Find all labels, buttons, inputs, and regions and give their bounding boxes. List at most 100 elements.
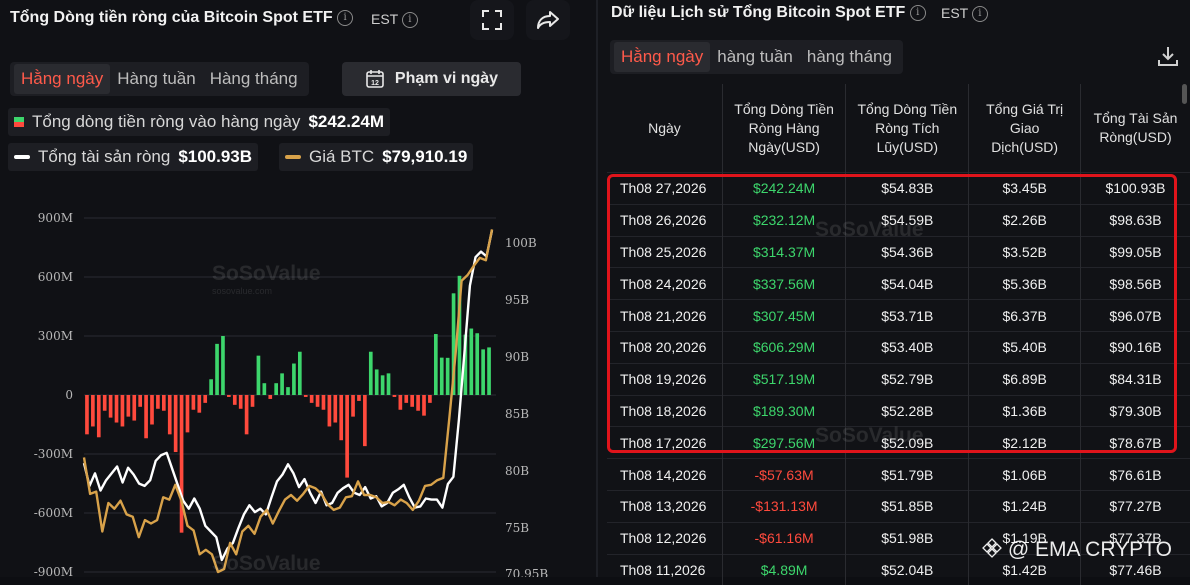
legend-btc-value: $79,910.19 bbox=[382, 147, 467, 167]
cell-value-traded: $6.89B bbox=[969, 363, 1081, 395]
flow-bar bbox=[180, 395, 184, 533]
col-header-cumulative-flow[interactable]: Tổng Dòng Tiền Ròng Tích Lũy(USD) bbox=[846, 84, 969, 173]
chart-watermark-2: SoSoValue bbox=[212, 552, 321, 576]
cell-date: Th08 25,2026 bbox=[607, 236, 722, 268]
flow-bar bbox=[304, 395, 308, 397]
flow-bar bbox=[144, 395, 148, 438]
tab-monthly[interactable]: Hàng tháng bbox=[203, 69, 305, 89]
cell-daily-flow: $189.30M bbox=[722, 395, 845, 427]
cell-net-assets: $79.30B bbox=[1080, 395, 1190, 427]
tab-daily[interactable]: Hằng ngày bbox=[14, 64, 110, 94]
flow-bar bbox=[399, 395, 403, 410]
col-header-net-assets[interactable]: Tổng Tài Sản Ròng(USD) bbox=[1080, 84, 1190, 173]
cell-daily-flow: -$61.16M bbox=[722, 522, 845, 554]
flow-bar bbox=[375, 369, 379, 395]
flow-bar bbox=[422, 395, 426, 416]
flow-bar bbox=[85, 395, 89, 434]
cell-daily-flow: $517.19M bbox=[722, 363, 845, 395]
flow-bar bbox=[245, 395, 249, 434]
cell-cumulative-flow: $51.79B bbox=[846, 459, 969, 491]
flow-bar bbox=[168, 395, 172, 434]
y-tick-left: 600M bbox=[38, 270, 73, 284]
flow-bar bbox=[487, 347, 491, 395]
share-button[interactable] bbox=[526, 0, 570, 40]
cell-cumulative-flow: $53.40B bbox=[846, 331, 969, 363]
col-header-daily-flow[interactable]: Tổng Dòng Tiền Ròng Hàng Ngày(USD) bbox=[722, 84, 845, 173]
history-tab-weekly[interactable]: hàng tuần bbox=[710, 47, 800, 67]
table-watermark-text-2: SoSoValue bbox=[815, 424, 924, 447]
cell-date: Th08 21,2026 bbox=[607, 300, 722, 332]
y-tick-right: 70.95B bbox=[505, 567, 548, 577]
info-icon[interactable]: i bbox=[337, 10, 353, 26]
flow-bar bbox=[328, 395, 332, 426]
flow-bar bbox=[274, 383, 278, 395]
flow-bar bbox=[103, 395, 107, 411]
table-row[interactable]: Th08 14,2026-$57.63M$51.79B$1.06B$76.61B bbox=[607, 459, 1190, 491]
flow-bar bbox=[381, 375, 385, 395]
cell-net-assets: $90.16B bbox=[1080, 331, 1190, 363]
y-tick-left: -600M bbox=[34, 506, 73, 520]
cell-net-assets: $98.63B bbox=[1080, 204, 1190, 236]
table-row[interactable]: Th08 13,2026-$131.13M$51.85B$1.24B$77.27… bbox=[607, 490, 1190, 522]
cell-daily-flow: $242.24M bbox=[722, 173, 845, 205]
cell-net-assets: $100.93B bbox=[1080, 173, 1190, 205]
flow-bar bbox=[298, 352, 302, 395]
fullscreen-button[interactable] bbox=[470, 0, 514, 40]
cell-net-assets: $84.31B bbox=[1080, 363, 1190, 395]
cell-net-assets: $78.67B bbox=[1080, 427, 1190, 459]
history-info-icon[interactable]: i bbox=[910, 5, 926, 21]
flow-bar bbox=[251, 395, 255, 407]
flow-bar bbox=[345, 395, 349, 478]
cell-date: Th08 12,2026 bbox=[607, 522, 722, 554]
cell-date: Th08 26,2026 bbox=[607, 204, 722, 236]
cell-cumulative-flow: $53.71B bbox=[846, 300, 969, 332]
flow-bar bbox=[221, 336, 225, 395]
calendar-icon: 12 bbox=[365, 69, 385, 89]
date-range-label: Phạm vi ngày bbox=[395, 70, 498, 88]
timezone-info-icon[interactable]: i bbox=[402, 12, 418, 28]
cell-net-assets: $76.61B bbox=[1080, 459, 1190, 491]
flow-bar bbox=[469, 329, 473, 395]
table-row[interactable]: Th08 21,2026$307.45M$53.71B$6.37B$96.07B bbox=[607, 300, 1190, 332]
flow-bar bbox=[209, 379, 213, 395]
legend-btc-swatch bbox=[285, 155, 301, 159]
flow-bar bbox=[91, 395, 95, 426]
table-row[interactable]: Th08 20,2026$606.29M$53.40B$5.40B$90.16B bbox=[607, 331, 1190, 363]
cell-date: Th08 18,2026 bbox=[607, 395, 722, 427]
col-header-value-traded[interactable]: Tổng Giá Trị Giao Dịch(USD) bbox=[969, 84, 1081, 173]
cell-cumulative-flow: $51.98B bbox=[846, 522, 969, 554]
tab-weekly[interactable]: Hàng tuần bbox=[110, 69, 202, 89]
cell-daily-flow: $4.89M bbox=[722, 554, 845, 585]
cell-date: Th08 13,2026 bbox=[607, 490, 722, 522]
legend-net-assets: Tổng tài sản ròng $100.93B bbox=[8, 143, 258, 171]
history-timezone-info-icon[interactable]: i bbox=[972, 6, 988, 22]
date-range-button[interactable]: 12 Phạm vi ngày bbox=[342, 62, 521, 96]
cell-daily-flow: $606.29M bbox=[722, 331, 845, 363]
cell-value-traded: $3.45B bbox=[969, 173, 1081, 205]
table-row[interactable]: Th08 24,2026$337.56M$54.04B$5.36B$98.56B bbox=[607, 268, 1190, 300]
history-timezone-text: EST bbox=[941, 5, 968, 21]
y-tick-right: 75B bbox=[505, 521, 529, 535]
credit-text: @ EMA CRYPTO bbox=[1008, 538, 1172, 561]
flow-bar bbox=[97, 395, 101, 437]
history-tab-daily[interactable]: Hằng ngày bbox=[614, 42, 710, 72]
table-row[interactable]: Th08 27,2026$242.24M$54.83B$3.45B$100.93… bbox=[607, 173, 1190, 205]
legend-btc-label: Giá BTC bbox=[309, 147, 374, 167]
flow-bar bbox=[410, 395, 414, 407]
flow-bar bbox=[369, 352, 373, 395]
download-button[interactable] bbox=[1156, 44, 1180, 73]
table-row[interactable]: Th08 18,2026$189.30M$52.28B$1.36B$79.30B bbox=[607, 395, 1190, 427]
share-icon bbox=[536, 9, 560, 31]
flow-bar bbox=[109, 395, 113, 418]
cell-daily-flow: -$131.13M bbox=[722, 490, 845, 522]
y-tick-left: 0 bbox=[65, 388, 73, 402]
watermark-text: SoSoValue bbox=[212, 262, 321, 285]
col-header-date[interactable]: Ngày bbox=[607, 84, 722, 173]
cell-value-traded: $6.37B bbox=[969, 300, 1081, 332]
flow-bar bbox=[233, 395, 237, 405]
cell-date: Th08 24,2026 bbox=[607, 268, 722, 300]
history-tab-monthly[interactable]: hàng tháng bbox=[800, 47, 899, 67]
legend-daily-flow-swatch bbox=[14, 117, 24, 127]
flow-bar bbox=[292, 364, 296, 395]
table-row[interactable]: Th08 19,2026$517.19M$52.79B$6.89B$84.31B bbox=[607, 363, 1190, 395]
